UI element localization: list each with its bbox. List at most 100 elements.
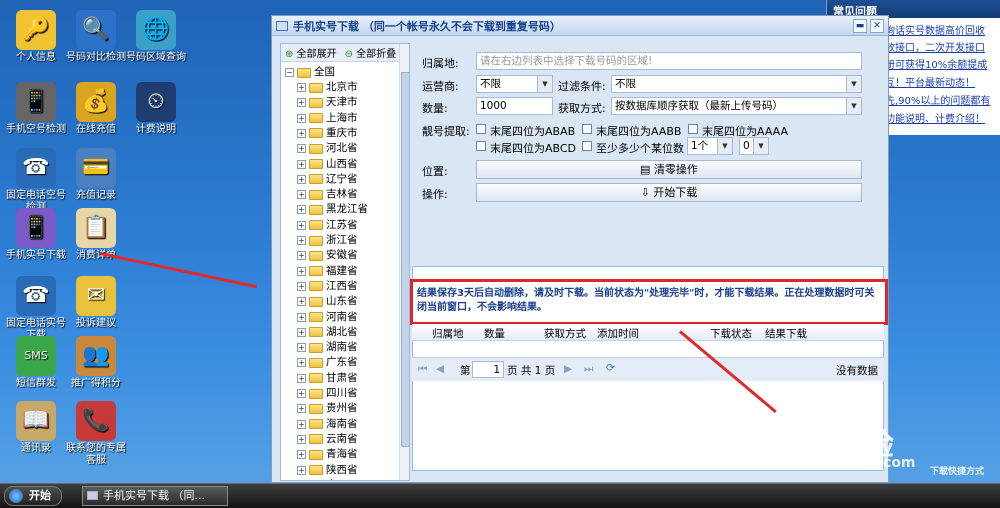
aabb-checkbox[interactable] <box>582 124 592 134</box>
desktop-icon[interactable]: SMS 短信群发 <box>2 336 70 390</box>
expand-all-button[interactable]: ⊕ 全部展开 <box>285 45 337 60</box>
tree-node-province[interactable]: + 山东省 <box>297 294 358 309</box>
expand-toggle-icon[interactable]: + <box>297 404 306 414</box>
tree-node-province[interactable]: + 天津市 <box>297 95 358 110</box>
next-page-icon[interactable]: ▶ <box>564 363 572 375</box>
desktop-icon[interactable]: 📖 通讯录 <box>2 401 70 455</box>
expand-toggle-icon[interactable]: + <box>297 113 306 123</box>
tree-node-province[interactable]: + 陕西省 <box>297 463 358 478</box>
start-download-button[interactable]: ⇩ 开始下载 <box>476 183 862 202</box>
expand-toggle-icon[interactable]: + <box>297 281 306 291</box>
faq-link[interactable]: 互！平台最新动态！ <box>885 76 1000 92</box>
tree-node-province[interactable]: + 四川省 <box>297 386 358 401</box>
minimize-icon[interactable]: ▬ <box>853 18 867 33</box>
col-status[interactable]: 下载状态 <box>710 326 752 341</box>
tree-node-province[interactable]: + 河北省 <box>297 141 358 156</box>
desktop-icon[interactable]: 🌐 号码区域查询 <box>122 10 190 64</box>
desktop-icon[interactable]: ☎固定电话实号下载 <box>2 276 70 342</box>
expand-toggle-icon[interactable]: + <box>297 419 306 429</box>
expand-toggle-icon[interactable]: + <box>297 373 306 383</box>
desktop-icon[interactable]: 📱 手机实号下载 <box>2 208 70 262</box>
start-button[interactable]: 开始 <box>4 486 62 506</box>
expand-toggle-icon[interactable]: + <box>297 343 306 353</box>
desktop-icon[interactable]: 💰 在线充值 <box>62 82 130 136</box>
tree-node-province[interactable]: + 山西省 <box>297 157 358 172</box>
faq-link[interactable]: 放接口，二次开发接口 <box>885 41 1000 57</box>
desktop-icon[interactable]: 🔍 号码对比检测 <box>62 10 130 64</box>
tree-node-province[interactable]: + 北京市 <box>297 80 358 95</box>
expand-toggle-icon[interactable]: + <box>297 98 306 108</box>
desktop-icon[interactable]: 💳 充值记录 <box>62 148 130 202</box>
tree-node-province[interactable]: + 广东省 <box>297 355 358 370</box>
desktop-icon[interactable]: 📞 联系您的专属客服 <box>62 401 130 467</box>
first-page-icon[interactable]: ⏮ <box>418 363 427 376</box>
expand-toggle-icon[interactable]: + <box>297 174 306 184</box>
tree-node-province[interactable]: + 青海省 <box>297 447 358 462</box>
tree-node-province[interactable]: + 湖南省 <box>297 340 358 355</box>
tree-node-province[interactable]: + 海南省 <box>297 417 358 432</box>
expand-toggle-icon[interactable]: + <box>297 236 306 245</box>
min-digits-checkbox[interactable] <box>582 141 592 151</box>
tree-node-province[interactable]: + 黑龙江省 <box>297 202 368 217</box>
tree-node-province[interactable]: + 云南省 <box>297 432 358 447</box>
aaaa-checkbox[interactable] <box>688 124 698 134</box>
expand-toggle-icon[interactable]: + <box>297 159 306 169</box>
faq-link[interactable]: 册可获得10%余额提成 <box>885 58 1000 74</box>
digit-select[interactable]: 0 <box>739 137 769 155</box>
desktop-icon[interactable]: 👥 推广得积分 <box>62 336 130 390</box>
expand-toggle-icon[interactable]: + <box>297 190 306 200</box>
tree-node-province[interactable]: + 江西省 <box>297 279 358 294</box>
close-icon[interactable]: ✕ <box>870 18 884 33</box>
tree-node-province[interactable]: + 河南省 <box>297 310 358 325</box>
page-input[interactable]: 1 <box>472 361 504 378</box>
expand-toggle-icon[interactable]: + <box>297 358 306 368</box>
expand-toggle-icon[interactable]: + <box>297 205 306 215</box>
tree-node-province[interactable]: + 重庆市 <box>297 126 358 141</box>
col-quantity[interactable]: 数量 <box>484 326 505 341</box>
col-result[interactable]: 结果下载 <box>765 326 807 341</box>
desktop-icon[interactable]: ☎固定电话空号检测 <box>2 148 70 214</box>
expand-toggle-icon[interactable]: + <box>297 266 306 276</box>
faq-link[interactable]: 先,90%以上的问题都有 <box>885 94 1000 110</box>
prev-page-icon[interactable]: ◀ <box>436 363 444 375</box>
tree-node-province[interactable]: + 江苏省 <box>297 218 358 233</box>
tree-scrollbar[interactable] <box>399 44 409 480</box>
clear-button[interactable]: ▤ 清零操作 <box>476 160 862 179</box>
last-page-icon[interactable]: ⏭ <box>584 363 593 376</box>
expand-toggle-icon[interactable]: + <box>297 465 306 475</box>
expand-toggle-icon[interactable]: + <box>297 434 306 444</box>
tree-node-province[interactable]: + 甘肃省 <box>297 371 358 386</box>
faq-link[interactable]: 询话实号数据高价回收 <box>885 24 1000 40</box>
expand-toggle-icon[interactable]: + <box>297 220 306 230</box>
expand-toggle-icon[interactable]: + <box>297 389 306 398</box>
filter-select[interactable]: 不限 <box>611 75 862 93</box>
tree-node-province[interactable]: + 吉林省 <box>297 187 358 202</box>
desktop-icon[interactable]: 📱 手机空号检测 <box>2 82 70 136</box>
expand-toggle-icon[interactable]: + <box>297 128 306 138</box>
desktop-icon[interactable]: 🔑 个人信息 <box>2 10 70 64</box>
tree-node-province[interactable]: + 贵州省 <box>297 401 358 416</box>
desktop-icon[interactable]: ✉ 投诉建议 <box>62 276 130 330</box>
refresh-icon[interactable]: ⟳ <box>606 362 615 374</box>
tree-node-province[interactable]: + 辽宁省 <box>297 172 358 187</box>
tree-node-root[interactable]: − 全国 <box>285 65 335 80</box>
desktop-icon[interactable]: 📋 消费详单 <box>62 208 130 262</box>
area-input[interactable]: 请在右边列表中选择下载号码的区域! <box>476 52 862 70</box>
col-time[interactable]: 添加时间 <box>597 326 639 341</box>
expand-toggle-icon[interactable]: + <box>297 144 306 154</box>
tree-node-province[interactable]: +广西 <box>297 478 347 480</box>
tree-node-province[interactable]: + 浙江省 <box>297 233 358 248</box>
col-area[interactable]: 归属地 <box>432 326 464 341</box>
tree-scroll-thumb[interactable] <box>401 72 409 447</box>
expand-toggle-icon[interactable]: + <box>297 83 306 92</box>
expand-toggle-icon[interactable]: + <box>297 312 306 322</box>
faq-link[interactable]: 功能说明、计费介绍！ <box>885 112 1000 128</box>
collapse-toggle-icon[interactable]: − <box>285 68 294 77</box>
tree-node-province[interactable]: + 安徽省 <box>297 248 358 263</box>
collapse-all-button[interactable]: ⊖ 全部折叠 <box>345 45 397 60</box>
expand-toggle-icon[interactable]: + <box>297 450 306 460</box>
expand-toggle-icon[interactable]: + <box>297 297 306 307</box>
expand-toggle-icon[interactable]: + <box>297 251 306 261</box>
tree-node-province[interactable]: + 上海市 <box>297 111 358 126</box>
carrier-select[interactable]: 不限 <box>476 75 553 93</box>
